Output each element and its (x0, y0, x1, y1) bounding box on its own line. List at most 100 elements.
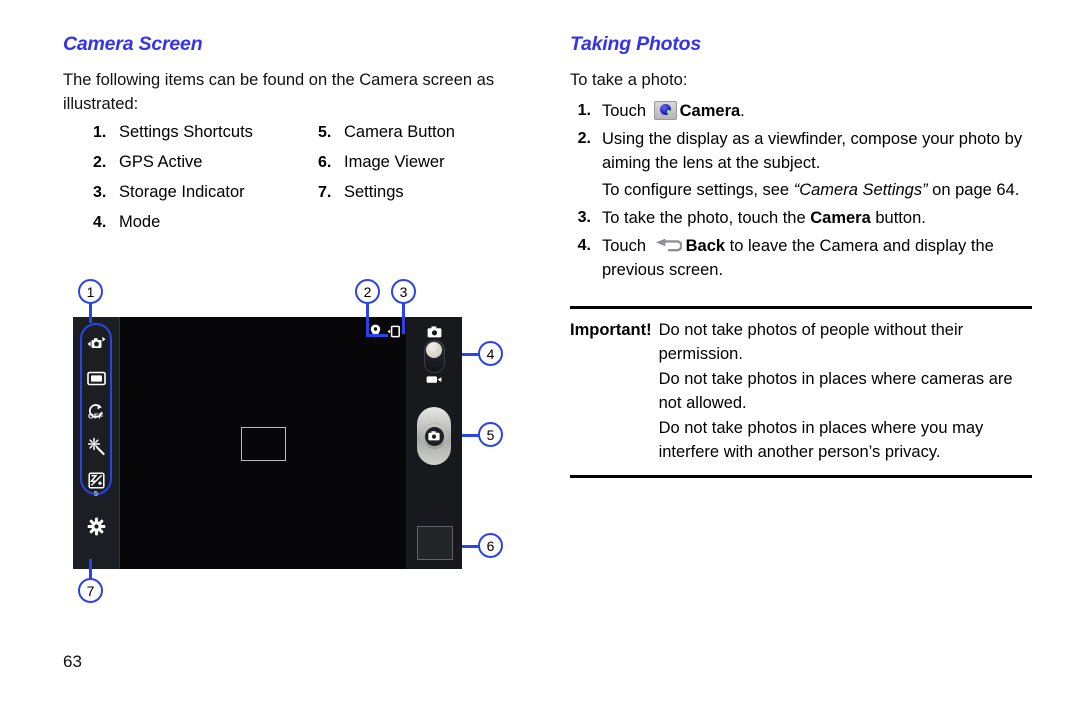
list-item-label: Mode (119, 213, 161, 231)
storage-device-icon (387, 325, 400, 338)
list-item-label: Storage Indicator (119, 183, 245, 201)
step-number: 3. (577, 208, 591, 226)
list-item-number: 1. (93, 124, 107, 141)
step-number: 4. (577, 236, 591, 254)
callout-1-leader (89, 303, 92, 323)
important-content: Important! Do not take photos of people … (570, 309, 1032, 475)
important-body: Do not take photos of people without the… (659, 318, 1032, 465)
list-item: 7. Settings (318, 183, 404, 202)
camera-app-icon (653, 100, 677, 120)
image-viewer-thumbnail[interactable] (417, 526, 453, 560)
list-item-label: Camera Button (344, 123, 455, 141)
step-text: Touch Back to leave the Camera and displ… (602, 234, 1032, 282)
step-number: 2. (577, 129, 591, 147)
shutter-camera-icon (424, 426, 444, 446)
important-line: Do not take photos in places where camer… (658, 369, 1013, 413)
step-text: Touch Camera. (602, 99, 1032, 123)
camera-shutter-button[interactable] (417, 407, 451, 465)
list-item: 2. GPS Active (93, 153, 202, 172)
step-1-suffix: . (740, 101, 745, 120)
step-text: To take the photo, touch the Camera butt… (602, 206, 1032, 230)
camera-screen-figure: 1 2 3 OFF 5 4 5 6 7 (64, 270, 514, 610)
callout-3: 3 (391, 279, 416, 304)
right-column: Taking Photos To take a photo: 1. Touch … (570, 33, 1032, 478)
list-item-label: Settings Shortcuts (119, 123, 253, 141)
callout-2-leader-v (366, 303, 369, 336)
step-number: 1. (577, 101, 591, 119)
page-number: 63 (63, 652, 82, 671)
step-2: 2. Using the display as a viewfinder, co… (570, 127, 1032, 202)
list-item: 1. Settings Shortcuts (93, 123, 253, 142)
callout-6: 6 (478, 533, 503, 558)
list-item-number: 6. (318, 154, 332, 171)
list-item: 3. Storage Indicator (93, 183, 245, 202)
step-1-bold: Camera (679, 101, 741, 120)
exposure-value: 5 (93, 489, 99, 498)
settings-gear-icon[interactable] (83, 513, 109, 539)
mode-toggle[interactable] (423, 326, 445, 384)
left-column: Camera Screen The following items can be… (63, 33, 523, 247)
svg-text:OFF: OFF (88, 411, 104, 420)
list-item-label: Image Viewer (344, 153, 445, 171)
manual-page: Camera Screen The following items can be… (0, 0, 1080, 720)
step-4-bold: Back (685, 236, 726, 255)
camera-screen-heading: Camera Screen (63, 33, 203, 55)
important-note: Important! Do not take photos of people … (570, 305, 1032, 478)
important-bottom-rule (570, 474, 1032, 478)
step-4: 4. Touch Back to leave the Camera and di… (570, 234, 1032, 282)
step-text: Using the display as a viewfinder, compo… (602, 127, 1032, 202)
list-item-label: GPS Active (119, 153, 203, 171)
camera-screen-item-list: 1. Settings Shortcuts 2. GPS Active 3. S… (63, 123, 523, 247)
step-1-prefix: Touch (602, 101, 651, 120)
list-item: 5. Camera Button (318, 123, 455, 142)
callout-7: 7 (78, 578, 103, 603)
list-item-number: 3. (93, 184, 107, 201)
list-item: 4. Mode (93, 213, 160, 232)
camera-screen-intro: The following items can be found on the … (63, 71, 495, 113)
shutter-ring (420, 422, 448, 450)
taking-photos-heading: Taking Photos (570, 33, 702, 55)
list-item-number: 4. (93, 214, 107, 231)
list-item-label: Settings (344, 183, 404, 201)
important-line: Do not take photos in places where you m… (658, 418, 984, 462)
callout-3-leader (402, 303, 405, 334)
focus-rectangle (241, 427, 286, 461)
mode-toggle-knob[interactable] (426, 342, 442, 358)
step-3-prefix: To take the photo, touch the (602, 208, 811, 227)
important-line: Do not take photos of people without the… (658, 320, 964, 364)
camera-settings-reference: “Camera Settings” (793, 180, 928, 199)
callout-1: 1 (78, 279, 103, 304)
callout-2-leader-h (366, 334, 388, 337)
step-2-main: Using the display as a viewfinder, compo… (602, 129, 1023, 172)
switch-camera-icon[interactable] (83, 331, 109, 357)
step-3-bold: Camera (810, 208, 871, 227)
effects-icon[interactable] (83, 433, 109, 459)
camera-controls-bar (406, 317, 462, 569)
list-item: 6. Image Viewer (318, 153, 445, 172)
settings-shortcuts-bar: OFF 5 (73, 317, 120, 569)
step-3-suffix: button. (870, 208, 926, 227)
step-2-subparagraph: To configure settings, see “Camera Setti… (602, 178, 1032, 202)
callout-5: 5 (478, 422, 503, 447)
timer-off-icon[interactable]: OFF (83, 399, 109, 425)
step-3: 3. To take the photo, touch the Camera b… (570, 206, 1032, 230)
list-item-number: 5. (318, 124, 332, 141)
mode-toggle-track[interactable] (423, 340, 445, 373)
taking-photos-steps: 1. Touch Camera. 2. Using the display as… (570, 99, 1032, 282)
list-item-number: 2. (93, 154, 107, 171)
camera-mode-icon (423, 326, 445, 338)
step-4-prefix: Touch (602, 236, 651, 255)
step-2-sub-prefix: To configure settings, see (602, 180, 794, 199)
callout-4: 4 (478, 341, 503, 366)
step-1: 1. Touch Camera. (570, 99, 1032, 123)
list-item-number: 7. (318, 184, 332, 201)
screen-mode-icon[interactable] (83, 365, 109, 391)
video-mode-icon (423, 375, 445, 384)
important-label: Important! (570, 320, 652, 339)
callout-2: 2 (355, 279, 380, 304)
viewfinder[interactable] (120, 317, 406, 569)
taking-photos-intro: To take a photo: (570, 71, 688, 89)
camera-app-screen: OFF 5 (73, 317, 462, 569)
back-arrow-icon (655, 238, 682, 254)
step-2-sub-suffix: on page 64. (927, 180, 1020, 199)
